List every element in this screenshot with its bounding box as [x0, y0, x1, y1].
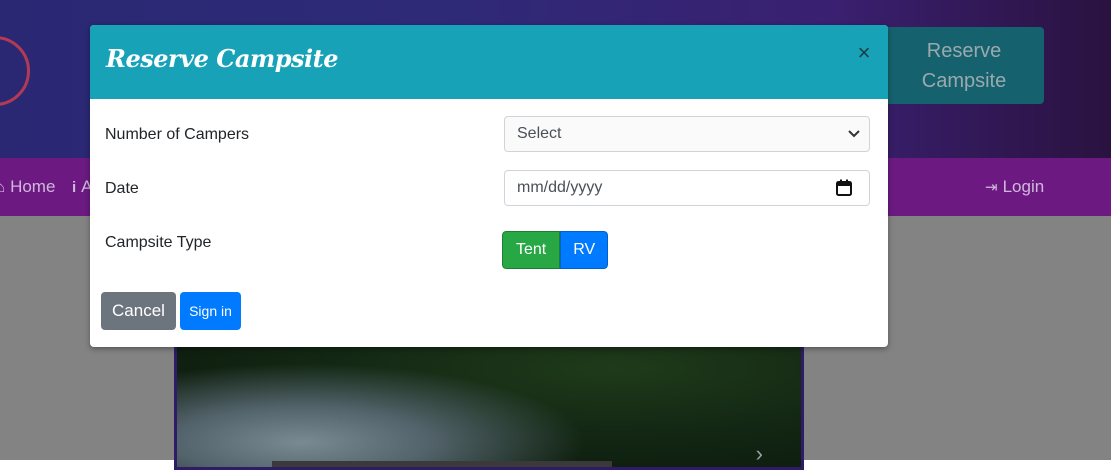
- reserve-campsite-header-label: Reserve Campsite: [921, 39, 1007, 92]
- reserve-campsite-header-button[interactable]: Reserve Campsite: [884, 27, 1044, 104]
- modal-title: Reserve Campsite: [106, 44, 339, 73]
- home-icon: ⌂: [0, 178, 6, 196]
- campers-label: Number of Campers: [105, 126, 250, 143]
- campsite-type-label: Campsite Type: [105, 234, 212, 251]
- calendar-icon[interactable]: [835, 179, 853, 197]
- nav-home-label: Home: [10, 177, 56, 196]
- chevron-right-icon[interactable]: ›: [756, 441, 763, 467]
- nav-login-link[interactable]: ⇥ Login: [985, 158, 1044, 216]
- rv-option-button[interactable]: RV: [560, 231, 609, 269]
- date-label: Date: [105, 180, 139, 197]
- cancel-button[interactable]: Cancel: [101, 292, 176, 330]
- nav-home-link[interactable]: ⌂ Home: [0, 158, 55, 216]
- info-icon: i: [72, 178, 77, 196]
- reserve-campsite-modal: Reserve Campsite × Number of Campers Sel…: [90, 25, 888, 347]
- campers-row: Number of Campers Select: [90, 116, 888, 154]
- campsite-type-toggle: Tent RV: [502, 231, 609, 269]
- date-row: Date mm/dd/yyyy: [90, 170, 888, 208]
- campers-select-value: Select: [517, 125, 562, 142]
- date-input-placeholder: mm/dd/yyyy: [517, 179, 603, 196]
- modal-header: Reserve Campsite ×: [90, 25, 888, 99]
- sign-in-icon: ⇥: [985, 179, 998, 196]
- tent-option-button[interactable]: Tent: [502, 231, 561, 269]
- site-logo: [0, 36, 30, 106]
- close-icon[interactable]: ×: [854, 42, 874, 64]
- carousel-indicator[interactable]: [272, 461, 612, 467]
- campers-select[interactable]: Select: [504, 116, 870, 152]
- date-input[interactable]: mm/dd/yyyy: [504, 170, 870, 206]
- sign-in-button[interactable]: Sign in: [180, 292, 241, 330]
- nav-login-label: Login: [1002, 177, 1045, 196]
- chevron-down-icon: [848, 130, 860, 138]
